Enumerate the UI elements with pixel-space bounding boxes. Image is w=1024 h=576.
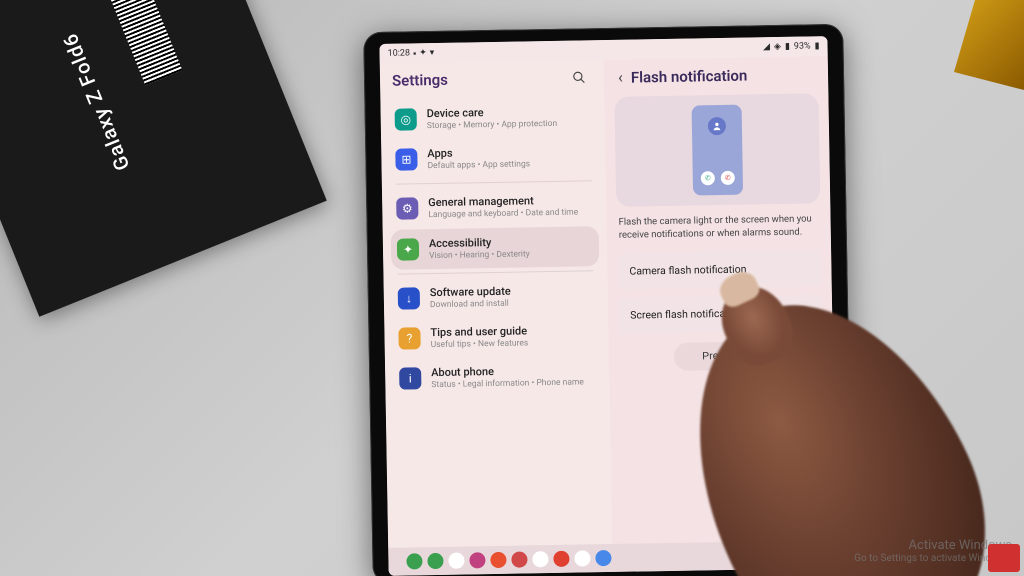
- settings-item-subtitle: Download and install: [430, 297, 594, 310]
- dock-app-icon[interactable]: [490, 552, 506, 568]
- camera-flash-row[interactable]: Camera flash notification: [617, 249, 822, 290]
- settings-title: Settings: [392, 69, 572, 90]
- settings-item-icon: ↓: [398, 287, 420, 309]
- settings-item-icon: ⊞: [395, 148, 417, 170]
- description-text: Flash the camera light or the screen whe…: [616, 213, 821, 252]
- divider: [397, 270, 593, 274]
- barcode: [104, 0, 182, 85]
- settings-item-icon: i: [399, 367, 421, 389]
- settings-item-subtitle: Status • Legal information • Phone name: [431, 377, 595, 390]
- product-box: Galaxy Z Fold6: [0, 0, 327, 317]
- settings-item-subtitle: Default apps • App settings: [427, 158, 591, 171]
- settings-item-icon: ⚙: [396, 198, 418, 220]
- wifi-icon: ◈: [774, 42, 781, 52]
- screen-flash-label: Screen flash notification: [630, 307, 743, 322]
- dock-app-icon[interactable]: [406, 553, 422, 569]
- settings-item-apps[interactable]: ⊞AppsDefault apps • App settings: [389, 136, 598, 180]
- dock-app-icon[interactable]: [448, 553, 464, 569]
- channel-icon: [988, 544, 1020, 572]
- hero-illustration: ✆ ✆: [614, 93, 820, 207]
- settings-pane: Settings ◎Device careStorage • Memory • …: [380, 60, 612, 548]
- dock-app-icon[interactable]: [427, 553, 443, 569]
- screen-flash-row[interactable]: Screen flash notification: [618, 294, 823, 334]
- status-icon: ▪: [413, 48, 416, 59]
- dock-app-icon[interactable]: [469, 552, 485, 568]
- flash-notification-pane: ‹ Flash notification ✆ ✆ Flash the c: [604, 56, 836, 544]
- call-accept-icon: ✆: [701, 171, 715, 185]
- avatar-icon: [708, 117, 726, 135]
- signal-icon: ▮: [785, 42, 790, 52]
- dock-app-icon[interactable]: [511, 551, 527, 567]
- divider: [396, 181, 592, 185]
- camera-flash-label: Camera flash notification: [629, 262, 746, 277]
- settings-item-icon: ?: [398, 327, 420, 349]
- dock-app-icon[interactable]: [574, 550, 590, 566]
- background-object: [954, 0, 1024, 90]
- settings-item-icon: ✦: [397, 238, 419, 260]
- back-icon[interactable]: ‹: [618, 68, 623, 87]
- settings-item-subtitle: Vision • Hearing • Dexterity: [429, 248, 593, 261]
- status-icon: ✦: [419, 48, 427, 58]
- settings-item-accessibility[interactable]: ✦AccessibilityVision • Hearing • Dexteri…: [391, 226, 600, 270]
- screen-flash-toggle[interactable]: [784, 305, 810, 319]
- nav-home-icon[interactable]: ○: [791, 549, 797, 560]
- phone-illustration: ✆ ✆: [692, 105, 744, 196]
- status-icon: ▾: [430, 48, 435, 58]
- nfc-icon: ◢: [763, 42, 770, 52]
- nav-recent-icon[interactable]: |||: [766, 550, 774, 561]
- product-name: Galaxy Z Fold6: [58, 30, 135, 174]
- dock-app-icon[interactable]: [595, 550, 611, 566]
- settings-item-subtitle: Language and keyboard • Date and time: [428, 208, 592, 221]
- screen: 10:28 ▪ ✦ ▾ ◢ ◈ ▮ 93% ▮ Settings: [379, 36, 836, 576]
- settings-item-general-management[interactable]: ⚙General managementLanguage and keyboard…: [390, 186, 599, 230]
- nav-back-icon[interactable]: ‹: [815, 549, 818, 560]
- preview-button[interactable]: Preview: [674, 341, 768, 371]
- settings-item-device-care[interactable]: ◎Device careStorage • Memory • App prote…: [388, 96, 597, 140]
- page-title: Flash notification: [631, 65, 814, 86]
- settings-item-icon: ◎: [395, 108, 417, 130]
- settings-item-software-update[interactable]: ↓Software updateDownload and install: [392, 275, 601, 319]
- settings-item-tips-and-user-guide[interactable]: ?Tips and user guideUseful tips • New fe…: [392, 315, 601, 359]
- settings-item-subtitle: Storage • Memory • App protection: [427, 118, 591, 131]
- settings-item-subtitle: Useful tips • New features: [431, 337, 595, 350]
- call-decline-icon: ✆: [721, 171, 735, 185]
- battery-percent: 93%: [794, 41, 811, 51]
- status-time: 10:28: [388, 48, 411, 58]
- search-icon[interactable]: [572, 70, 586, 84]
- dock-app-icon[interactable]: [532, 551, 548, 567]
- tablet-device: 10:28 ▪ ✦ ▾ ◢ ◈ ▮ 93% ▮ Settings: [363, 24, 853, 576]
- dock-app-icon[interactable]: [553, 551, 569, 567]
- battery-icon: ▮: [814, 41, 819, 51]
- settings-item-about-phone[interactable]: iAbout phoneStatus • Legal information •…: [393, 355, 602, 399]
